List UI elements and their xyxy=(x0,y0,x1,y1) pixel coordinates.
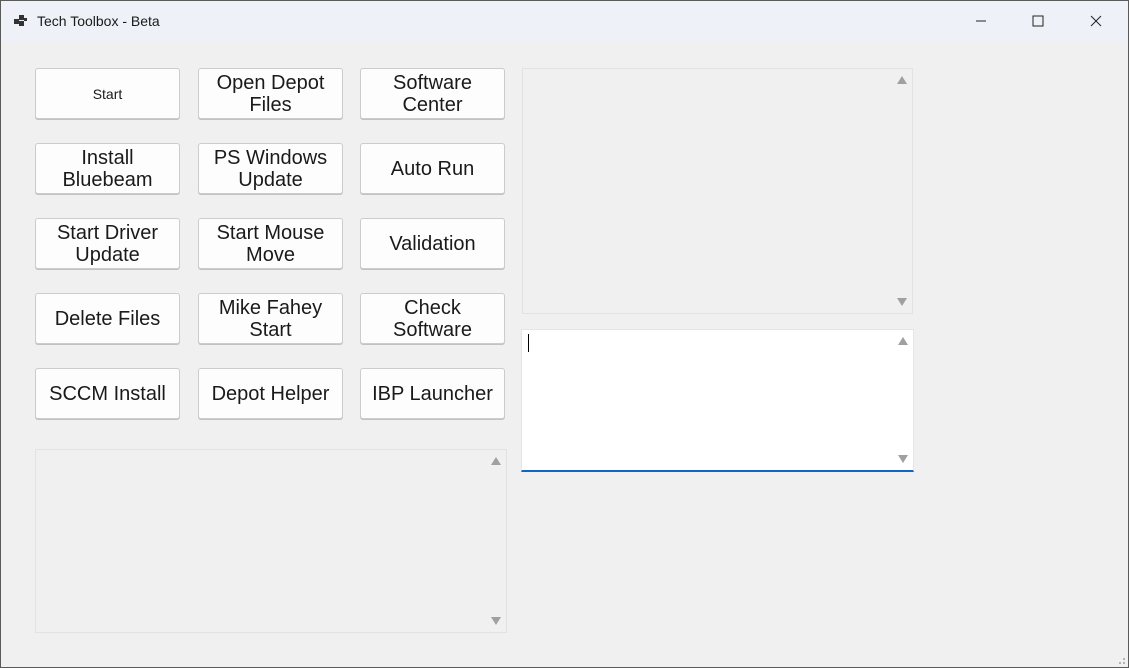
scroll-up-arrow-icon[interactable] xyxy=(898,337,908,345)
scroll-up-arrow-icon[interactable] xyxy=(491,457,501,465)
title-bar[interactable]: Tech Toolbox - Beta xyxy=(1,1,1128,41)
app-window-icon xyxy=(14,15,27,26)
start-button[interactable]: Start xyxy=(35,68,180,119)
maximize-icon xyxy=(1032,15,1044,27)
delete-files-button[interactable]: Delete Files xyxy=(35,293,180,344)
minimize-icon xyxy=(976,20,986,22)
ps-windows-update-button[interactable]: PS Windows Update xyxy=(198,143,343,194)
scroll-up-arrow-icon[interactable] xyxy=(897,76,907,84)
input-text-area[interactable] xyxy=(521,329,914,472)
minimize-button[interactable] xyxy=(952,1,1010,41)
sccm-install-button[interactable]: SCCM Install xyxy=(35,368,180,419)
text-cursor xyxy=(528,334,529,352)
auto-run-button[interactable]: Auto Run xyxy=(360,143,505,194)
output-text-area-bottom[interactable] xyxy=(35,449,507,633)
vertical-scrollbar[interactable] xyxy=(892,69,912,313)
depot-helper-button[interactable]: Depot Helper xyxy=(198,368,343,419)
start-driver-update-button[interactable]: Start Driver Update xyxy=(35,218,180,269)
mike-fahey-start-button[interactable]: Mike Fahey Start xyxy=(198,293,343,344)
validation-button[interactable]: Validation xyxy=(360,218,505,269)
maximize-button[interactable] xyxy=(1009,1,1067,41)
check-software-button[interactable]: Check Software xyxy=(360,293,505,344)
ibp-launcher-button[interactable]: IBP Launcher xyxy=(360,368,505,419)
open-depot-files-button[interactable]: Open Depot Files xyxy=(198,68,343,119)
resize-grip-icon[interactable] xyxy=(1116,655,1126,665)
software-center-button[interactable]: Software Center xyxy=(360,68,505,119)
scroll-down-arrow-icon[interactable] xyxy=(897,298,907,306)
window-title: Tech Toolbox - Beta xyxy=(37,13,160,29)
start-mouse-move-button[interactable]: Start Mouse Move xyxy=(198,218,343,269)
output-text-area-top[interactable] xyxy=(522,68,913,314)
scroll-down-arrow-icon[interactable] xyxy=(491,617,501,625)
install-bluebeam-button[interactable]: Install Bluebeam xyxy=(35,143,180,194)
close-icon xyxy=(1090,15,1102,27)
vertical-scrollbar[interactable] xyxy=(486,450,506,632)
scroll-down-arrow-icon[interactable] xyxy=(898,455,908,463)
close-button[interactable] xyxy=(1067,1,1125,41)
app-window: Tech Toolbox - Beta Start Open Depot Fil… xyxy=(0,0,1129,668)
vertical-scrollbar[interactable] xyxy=(893,330,913,470)
